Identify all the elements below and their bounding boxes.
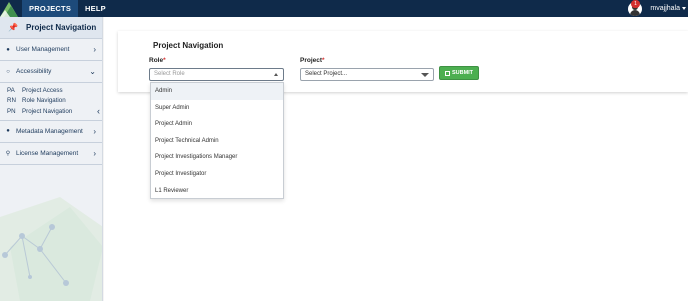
subitem-label: Project Navigation bbox=[22, 107, 73, 115]
role-placeholder: Select Role bbox=[154, 71, 185, 77]
sidebar-item-label: User Management bbox=[16, 46, 70, 53]
subitem-abbr: PN bbox=[7, 107, 16, 115]
submit-button[interactable]: SUBMIT bbox=[439, 66, 479, 80]
top-nav: PROJECTS HELP bbox=[22, 0, 113, 17]
sidebar-item-license-management[interactable]: ⚲ License Management › bbox=[0, 143, 102, 165]
role-option[interactable]: Project Technical Admin bbox=[151, 133, 283, 150]
chevron-right-icon: › bbox=[93, 126, 96, 136]
top-bar: PROJECTS HELP mvajjhala 1 bbox=[0, 0, 688, 17]
subitem-label: Role Navigation bbox=[22, 97, 66, 105]
subitem-abbr: PA bbox=[7, 86, 15, 94]
nav-projects[interactable]: PROJECTS bbox=[22, 0, 79, 17]
sidebar-header: 📌 Project Navigation bbox=[0, 17, 102, 39]
chevron-down-icon bbox=[421, 73, 429, 77]
role-option[interactable]: Project Investigations Manager bbox=[151, 149, 283, 166]
project-label: Project* bbox=[300, 57, 325, 64]
save-icon bbox=[444, 70, 450, 76]
chevron-right-icon: › bbox=[93, 148, 96, 158]
project-value: Select Project... bbox=[305, 71, 348, 77]
user-icon: ● bbox=[6, 46, 10, 53]
notification-badge[interactable]: 1 bbox=[631, 0, 640, 8]
key-icon: ⚲ bbox=[5, 150, 11, 157]
role-option[interactable]: Project Investigator bbox=[151, 166, 283, 183]
sidebar-item-label: License Management bbox=[16, 149, 79, 157]
sidebar-item-label: Accessibility bbox=[16, 68, 52, 75]
pin-icon[interactable]: 📌 bbox=[0, 23, 26, 32]
chevron-up-icon bbox=[274, 73, 278, 76]
role-option[interactable]: Project Admin bbox=[151, 116, 283, 133]
project-select[interactable]: Select Project... bbox=[300, 68, 434, 81]
sidebar-item-accessibility[interactable]: ○ Accessibility ⌄ bbox=[0, 61, 102, 83]
nav-help[interactable]: HELP bbox=[78, 0, 113, 17]
role-option[interactable]: Admin bbox=[151, 83, 283, 100]
page-title: Project Navigation bbox=[153, 41, 224, 50]
chevron-down-icon: ⌄ bbox=[89, 67, 96, 76]
role-option[interactable]: Super Admin bbox=[151, 100, 283, 117]
role-option[interactable]: L1 Reviewer bbox=[151, 183, 283, 200]
sidebar-subgroup: PA Project Access RN Role Navigation PN … bbox=[0, 83, 102, 121]
role-dropdown-menu: Admin Super Admin Project Admin Project … bbox=[150, 82, 284, 199]
role-select[interactable]: Select Role bbox=[149, 68, 284, 81]
username[interactable]: mvajjhala bbox=[650, 5, 686, 12]
submit-label: SUBMIT bbox=[451, 70, 474, 76]
subitem-abbr: RN bbox=[7, 97, 16, 105]
user-icon: ● bbox=[6, 128, 10, 134]
sidebar-title: Project Navigation bbox=[26, 23, 97, 32]
sidebar-item-label: Metadata Management bbox=[16, 127, 83, 135]
sidebar-item-user-management[interactable]: ● User Management › bbox=[0, 39, 102, 61]
sidebar-item-metadata-management[interactable]: ● Metadata Management › bbox=[0, 121, 102, 143]
sidebar: 📌 Project Navigation ● User Management ›… bbox=[0, 17, 103, 301]
decorative-network-graphic bbox=[0, 197, 102, 301]
chevron-left-icon: ‹ bbox=[97, 106, 100, 116]
main-content: Project Navigation Role* Select Role Pro… bbox=[104, 17, 688, 301]
chevron-down-icon bbox=[682, 6, 686, 10]
chevron-right-icon: › bbox=[93, 45, 96, 54]
accessibility-icon: ○ bbox=[6, 68, 10, 75]
role-label: Role* bbox=[149, 57, 166, 64]
logo[interactable] bbox=[0, 0, 20, 17]
subitem-label: Project Access bbox=[22, 86, 63, 94]
sidebar-subitem-project-navigation[interactable]: PN Project Navigation ‹ bbox=[0, 106, 102, 117]
sidebar-subitem-project-access[interactable]: PA Project Access bbox=[0, 85, 102, 96]
sidebar-subitem-role-navigation[interactable]: RN Role Navigation bbox=[0, 96, 102, 107]
